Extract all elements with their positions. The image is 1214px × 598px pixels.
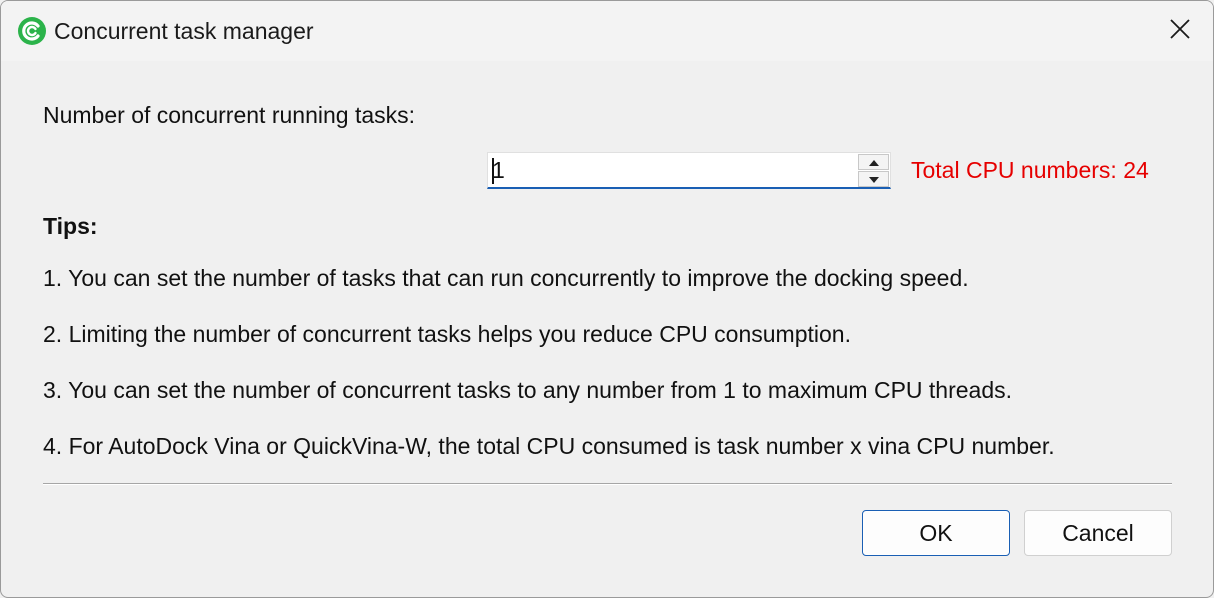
dialog-window: Concurrent task manager Number of concur… bbox=[0, 0, 1214, 598]
increment-button[interactable] bbox=[858, 154, 889, 170]
chevron-down-icon bbox=[868, 170, 879, 188]
ok-button[interactable]: OK bbox=[862, 510, 1010, 556]
tip-item: 3. You can set the number of concurrent … bbox=[43, 377, 1013, 403]
close-button[interactable] bbox=[1147, 1, 1213, 61]
tip-item: 4. For AutoDock Vina or QuickVina-W, the… bbox=[43, 433, 1055, 459]
task-count-input[interactable] bbox=[492, 155, 852, 185]
task-count-spinbox[interactable] bbox=[487, 152, 891, 189]
cpu-total-text: Total CPU numbers: 24 bbox=[911, 157, 1149, 183]
divider bbox=[43, 483, 1172, 485]
concurrent-tasks-label: Number of concurrent running tasks: bbox=[43, 102, 416, 128]
close-icon bbox=[1169, 18, 1191, 45]
chevron-up-icon bbox=[868, 153, 879, 171]
tip-item: 2. Limiting the number of concurrent tas… bbox=[43, 321, 851, 347]
app-logo-icon bbox=[17, 16, 47, 46]
cancel-button[interactable]: Cancel bbox=[1024, 510, 1172, 556]
title-bar: Concurrent task manager bbox=[1, 1, 1213, 61]
decrement-button[interactable] bbox=[858, 171, 889, 187]
tip-item: 1. You can set the number of tasks that … bbox=[43, 265, 969, 291]
tips-heading: Tips: bbox=[43, 213, 98, 239]
window-title: Concurrent task manager bbox=[54, 18, 314, 44]
text-caret bbox=[492, 158, 494, 184]
